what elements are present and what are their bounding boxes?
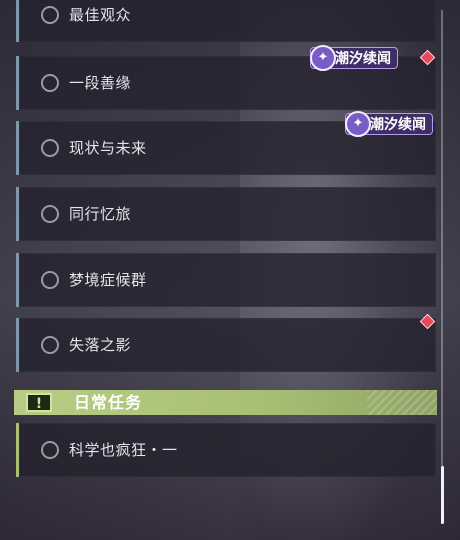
decorative-stripes [367,390,437,415]
quest-label: 同行忆旅 [69,205,132,223]
quest-label: 梦境症候群 [69,271,147,289]
exclamation-icon: ! [26,393,52,412]
radio-circle-icon [41,336,59,354]
event-badge: ✦ 潮汐续闻 [310,45,398,71]
radio-circle-icon [41,74,59,92]
scrollbar-thumb[interactable] [441,466,444,524]
quest-item-6[interactable]: 失落之影 [16,318,436,372]
radio-circle-icon [41,139,59,157]
quest-item-1[interactable]: 最佳观众 [16,0,436,42]
sparkle-icon: ✦ [345,111,371,137]
quest-label: 现状与未来 [69,139,147,157]
quest-label: 失落之影 [69,336,132,354]
radio-circle-icon [41,6,59,24]
section-title: 日常任务 [74,393,143,412]
event-badge: ✦ 潮汐续闻 [345,111,433,137]
quest-label: 一段善缘 [69,74,132,92]
radio-circle-icon [41,271,59,289]
daily-quests-header: ! 日常任务 [14,390,437,415]
sparkle-icon: ✦ [310,45,336,71]
daily-quest-item-1[interactable]: 科学也疯狂・一 [16,423,436,477]
radio-circle-icon [41,441,59,459]
quest-label: 最佳观众 [69,6,132,24]
quest-label: 科学也疯狂・一 [69,441,178,459]
scrollbar-track[interactable] [441,10,443,524]
badge-text: 潮汐续闻 [370,117,426,133]
quest-item-5[interactable]: 梦境症候群 [16,253,436,307]
radio-circle-icon [41,205,59,223]
quest-item-4[interactable]: 同行忆旅 [16,187,436,241]
badge-text: 潮汐续闻 [335,51,391,67]
